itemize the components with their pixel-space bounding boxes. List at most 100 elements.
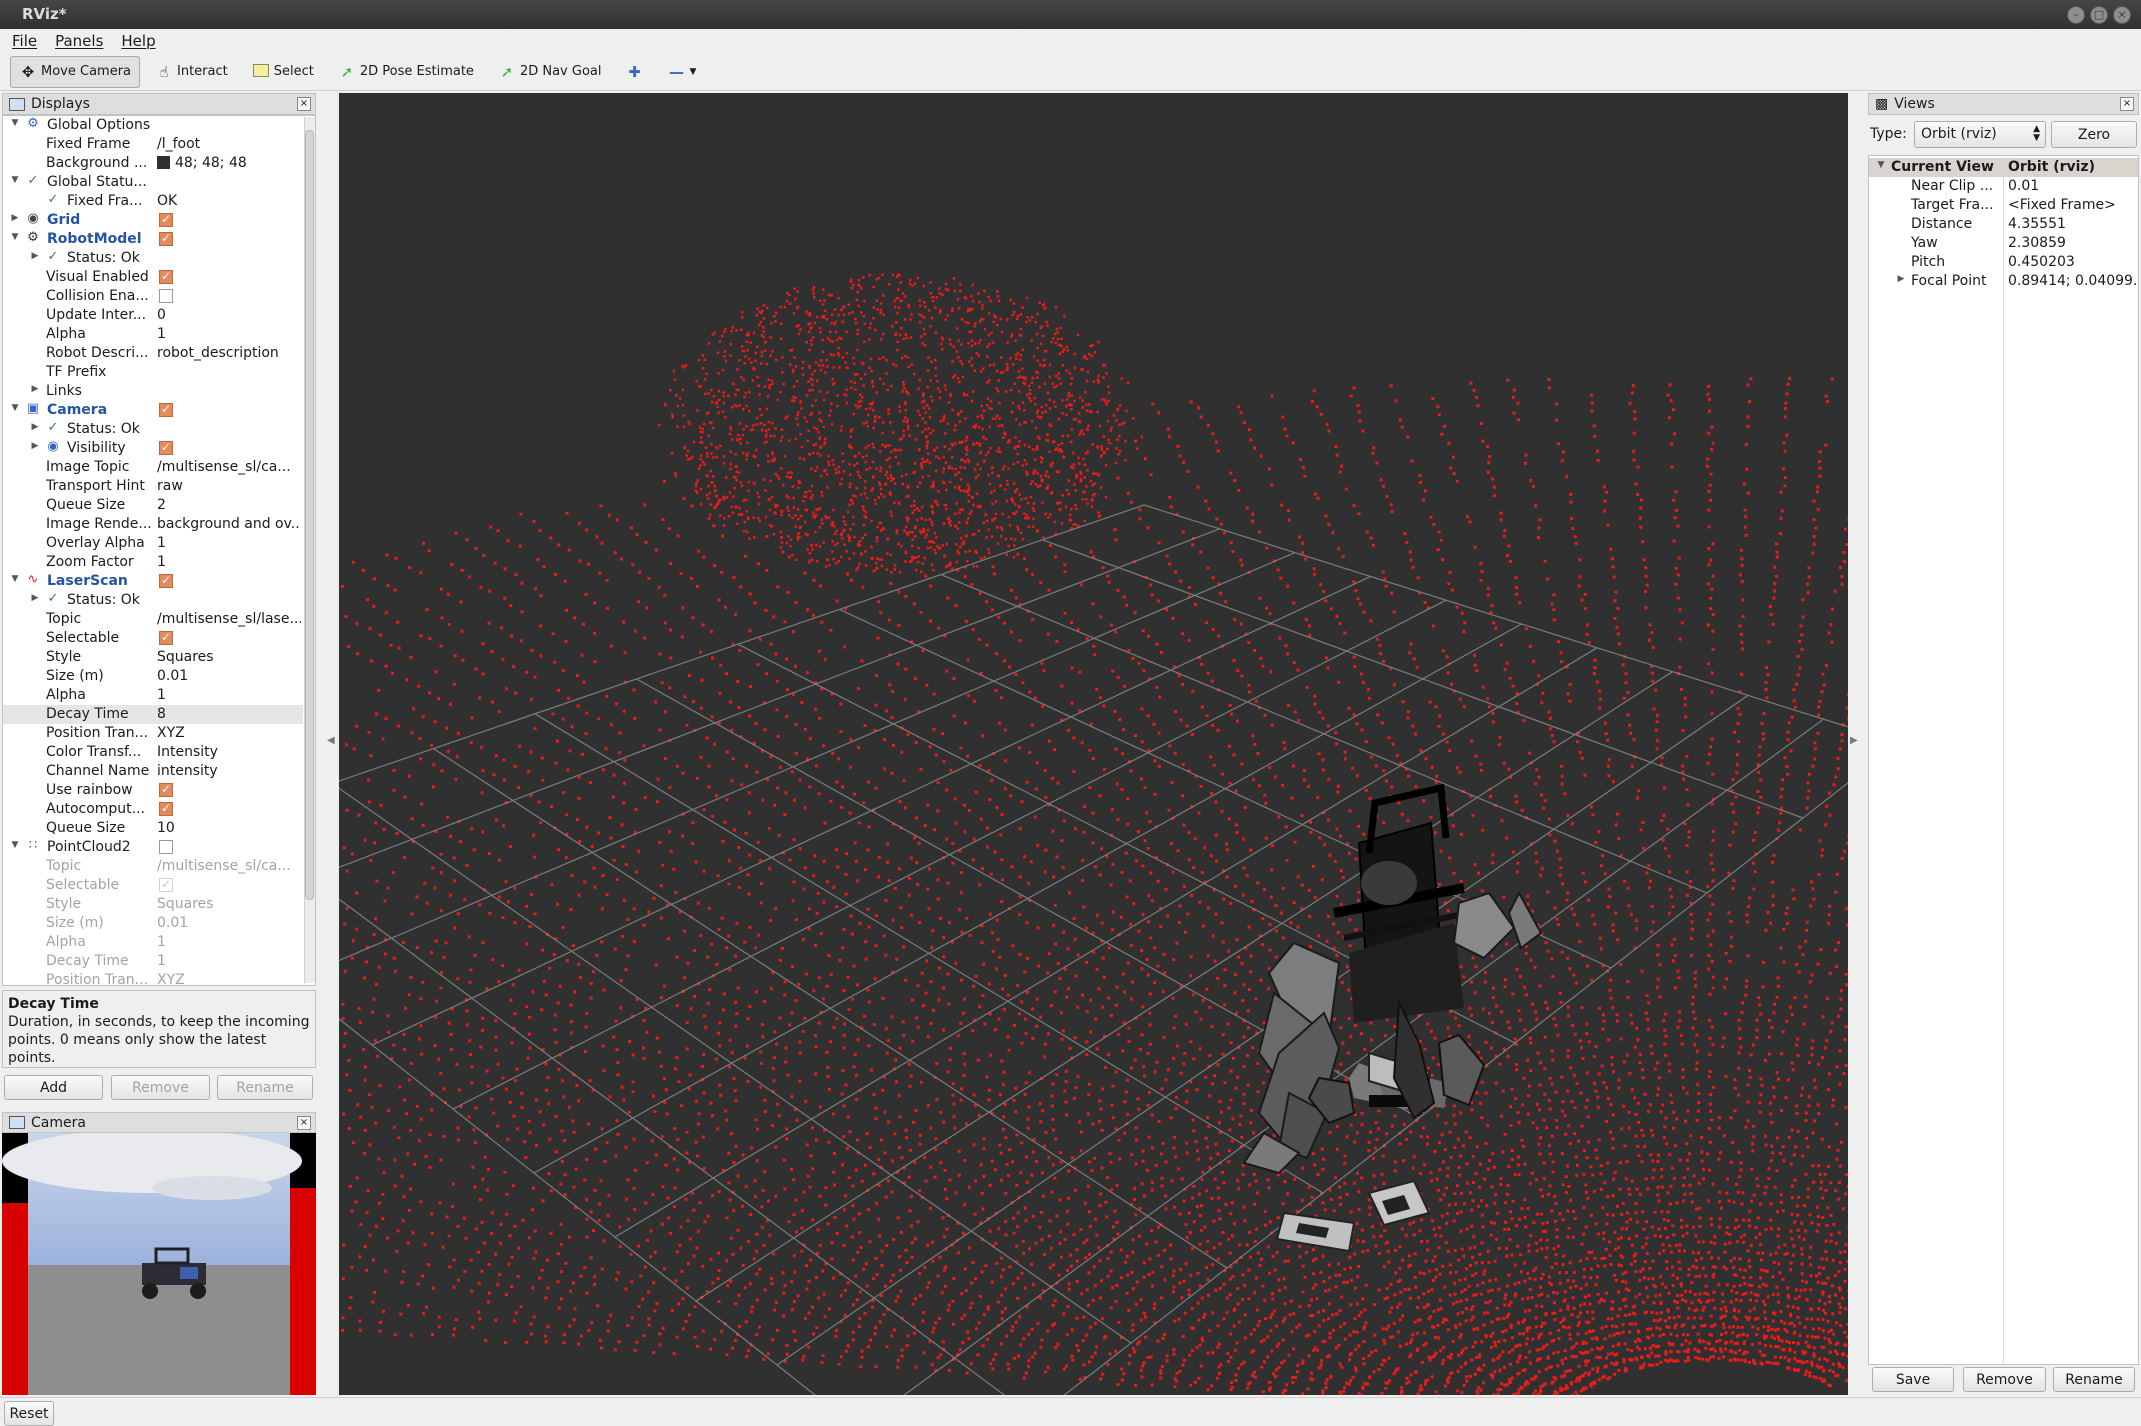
property-value[interactable]: 0: [157, 307, 301, 323]
selectable-checkbox[interactable]: [159, 877, 173, 892]
collapse-arrow-icon[interactable]: ▶: [29, 441, 41, 451]
tree-row-position-transformer[interactable]: Position Tran... XYZ: [3, 724, 303, 743]
property-value[interactable]: Squares: [157, 896, 301, 912]
tree-row-decay-time[interactable]: Decay Time 1: [3, 952, 303, 971]
collapse-arrow-icon[interactable]: ▶: [1895, 274, 1907, 284]
menu-panels[interactable]: Panels: [55, 32, 103, 50]
property-value[interactable]: Squares: [157, 649, 301, 665]
property-value[interactable]: background and ov...: [157, 516, 301, 532]
tree-row-collision-enabled[interactable]: Collision Ena...: [3, 287, 303, 306]
property-value[interactable]: Intensity: [157, 744, 301, 760]
tree-row-style[interactable]: Style Squares: [3, 895, 303, 914]
add-tool-button[interactable]: ✚: [616, 56, 652, 88]
expand-arrow-icon[interactable]: ▼: [9, 840, 21, 850]
tree-row-decay-time[interactable]: Decay Time 8: [3, 705, 303, 724]
property-value[interactable]: XYZ: [157, 725, 301, 741]
move-camera-tool[interactable]: ✥ Move Camera: [10, 55, 141, 88]
property-value[interactable]: 0.01: [157, 915, 301, 931]
tree-row-camera[interactable]: ▼ ▣ Camera: [3, 401, 303, 420]
property-value[interactable]: 10: [157, 820, 301, 836]
rename-view-button[interactable]: Rename: [2053, 1367, 2135, 1392]
tree-row-laserscan-status[interactable]: ▶ ✓ Status: Ok: [3, 591, 303, 610]
property-value[interactable]: /multisense_sl/ca...: [157, 858, 301, 874]
autocompute-checkbox[interactable]: [159, 801, 173, 816]
tree-row-use-rainbow[interactable]: Use rainbow: [3, 781, 303, 800]
tree-row-update-interval[interactable]: Update Inter... 0: [3, 306, 303, 325]
view-property-value[interactable]: 0.89414; 0.04099...: [2008, 273, 2136, 289]
property-value[interactable]: 1: [157, 326, 301, 342]
tree-row-alpha[interactable]: Alpha 1: [3, 686, 303, 705]
tree-row-robotmodel[interactable]: ▼ ⚙ RobotModel: [3, 230, 303, 249]
property-value[interactable]: /l_foot: [157, 136, 301, 152]
close-icon[interactable]: ×: [2113, 6, 2131, 24]
tree-row-channel-name[interactable]: Channel Name intensity: [3, 762, 303, 781]
tree-row-visual-enabled[interactable]: Visual Enabled: [3, 268, 303, 287]
tree-row-robot-description[interactable]: Robot Descri... robot_description: [3, 344, 303, 363]
save-view-button[interactable]: Save: [1872, 1367, 1954, 1392]
select-tool[interactable]: Select: [243, 56, 323, 88]
current-view-header[interactable]: ▼ Current View Orbit (rviz): [1869, 158, 2138, 177]
view-row-focal-point[interactable]: ▶ Focal Point 0.89414; 0.04099...: [1869, 272, 2138, 291]
property-value[interactable]: robot_description: [157, 345, 301, 361]
tree-row-selectable[interactable]: Selectable: [3, 876, 303, 895]
view-property-value[interactable]: 0.450203: [2008, 254, 2136, 270]
pose-estimate-tool[interactable]: ➚ 2D Pose Estimate: [329, 56, 483, 88]
property-value[interactable]: intensity: [157, 763, 301, 779]
nav-goal-tool[interactable]: ➚ 2D Nav Goal: [489, 56, 611, 88]
splitter-left-arrow-icon[interactable]: ◀: [327, 735, 335, 746]
visibility-checkbox[interactable]: [159, 440, 173, 455]
view-property-value[interactable]: 0.01: [2008, 178, 2136, 194]
minimize-icon[interactable]: –: [2067, 6, 2085, 24]
render-3d-viewport[interactable]: [339, 93, 1848, 1395]
tree-row-visibility[interactable]: ▶ ◉ Visibility: [3, 439, 303, 458]
property-value[interactable]: 2: [157, 497, 301, 513]
visual-enabled-checkbox[interactable]: [159, 269, 173, 284]
tree-row-size[interactable]: Size (m) 0.01: [3, 914, 303, 933]
tree-row-grid[interactable]: ▶ ◉ Grid: [3, 211, 303, 230]
enable-checkbox[interactable]: [159, 573, 173, 588]
interact-tool[interactable]: ☝ Interact: [146, 56, 237, 88]
property-value[interactable]: 1: [157, 687, 301, 703]
expand-arrow-icon[interactable]: ▼: [9, 232, 21, 242]
view-row-yaw[interactable]: Yaw 2.30859: [1869, 234, 2138, 253]
tree-row-image-topic[interactable]: Image Topic /multisense_sl/ca...: [3, 458, 303, 477]
tree-row-queue-size[interactable]: Queue Size 2: [3, 496, 303, 515]
enable-checkbox[interactable]: [159, 840, 173, 854]
tree-row-background-color[interactable]: Background ... 48; 48; 48: [3, 154, 303, 173]
tree-row-links[interactable]: ▶ Links: [3, 382, 303, 401]
tree-row-alpha[interactable]: Alpha 1: [3, 325, 303, 344]
tree-row-tf-prefix[interactable]: TF Prefix: [3, 363, 303, 382]
tree-row-position-transformer[interactable]: Position Tran... XYZ: [3, 971, 303, 985]
tree-row-topic[interactable]: Topic /multisense_sl/ca...: [3, 857, 303, 876]
view-row-pitch[interactable]: Pitch 0.450203: [1869, 253, 2138, 272]
property-value[interactable]: 0.01: [157, 668, 301, 684]
view-row-near-clip[interactable]: Near Clip ... 0.01: [1869, 177, 2138, 196]
reset-button[interactable]: Reset: [4, 1401, 54, 1426]
property-value[interactable]: /multisense_sl/ca...: [157, 459, 301, 475]
camera-image-view[interactable]: [2, 1133, 316, 1395]
view-property-value[interactable]: 2.30859: [2008, 235, 2136, 251]
expand-arrow-icon[interactable]: ▼: [9, 118, 21, 128]
selectable-checkbox[interactable]: [159, 630, 173, 645]
property-value[interactable]: /multisense_sl/lase...: [157, 611, 301, 627]
menu-file[interactable]: File: [12, 32, 37, 50]
remove-display-button[interactable]: Remove: [111, 1075, 210, 1100]
expand-arrow-icon[interactable]: ▼: [9, 175, 21, 185]
view-row-distance[interactable]: Distance 4.35551: [1869, 215, 2138, 234]
property-value[interactable]: 1: [157, 535, 301, 551]
tree-row-pointcloud2[interactable]: ▼ ∷ PointCloud2: [3, 838, 303, 857]
collapse-arrow-icon[interactable]: ▶: [29, 593, 41, 603]
displays-tree[interactable]: ▼ ⚙ Global Options Fixed Frame /l_foot B…: [2, 115, 316, 986]
tree-row-color-transformer[interactable]: Color Transf... Intensity: [3, 743, 303, 762]
zero-button[interactable]: Zero: [2051, 121, 2137, 148]
view-type-select[interactable]: Orbit (rviz) ▲ ▼: [1914, 121, 2046, 148]
enable-checkbox[interactable]: [159, 402, 173, 417]
view-property-value[interactable]: <Fixed Frame>: [2008, 197, 2136, 213]
expand-arrow-icon[interactable]: ▼: [9, 574, 21, 584]
property-value[interactable]: 1: [157, 934, 301, 950]
tree-row-topic[interactable]: Topic /multisense_sl/lase...: [3, 610, 303, 629]
tree-row-global-status[interactable]: ▼ ✓ Global Statu...: [3, 173, 303, 192]
tree-row-alpha[interactable]: Alpha 1: [3, 933, 303, 952]
view-row-target-frame[interactable]: Target Fra... <Fixed Frame>: [1869, 196, 2138, 215]
tree-row-selectable[interactable]: Selectable: [3, 629, 303, 648]
